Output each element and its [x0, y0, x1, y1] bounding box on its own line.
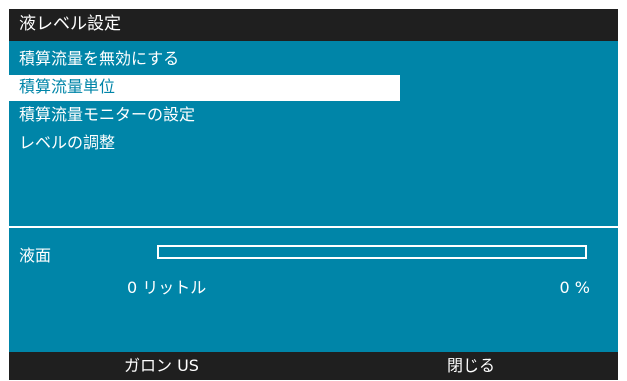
menu-item-totalizer-monitor-settings[interactable]: 積算流量モニターの設定 — [9, 101, 618, 129]
menu-item-label: 積算流量モニターの設定 — [19, 105, 196, 124]
menu-item-disable-totalizer[interactable]: 積算流量を無効にする — [9, 45, 618, 73]
screen: 液レベル設定 積算流量を無効にする 積算流量単位 積算流量モニターの設定 レベル… — [9, 9, 618, 380]
percent-readout: 0 % — [559, 278, 590, 297]
menu-item-label: レベルの調整 — [19, 133, 116, 152]
menu-list: 積算流量を無効にする 積算流量単位 積算流量モニターの設定 レベルの調整 — [9, 45, 618, 225]
menu-item-label: 積算流量単位 — [19, 77, 116, 96]
menu-item-totalizer-units[interactable]: 積算流量単位 — [9, 73, 618, 101]
liquid-level-label: 液面 — [19, 246, 52, 265]
liquid-level-bar — [157, 245, 587, 259]
softkey-bar: ガロン US 閉じる — [9, 352, 618, 380]
menu-item-level-adjustment[interactable]: レベルの調整 — [9, 129, 618, 157]
close-softkey[interactable]: 閉じる — [447, 352, 495, 380]
screen-title: 液レベル設定 — [19, 14, 121, 34]
menu-item-label: 積算流量を無効にする — [19, 49, 180, 68]
volume-readout: 0 リットル — [127, 278, 207, 297]
units-softkey[interactable]: ガロン US — [124, 352, 199, 380]
section-divider — [9, 226, 618, 228]
title-bar: 液レベル設定 — [9, 9, 618, 41]
